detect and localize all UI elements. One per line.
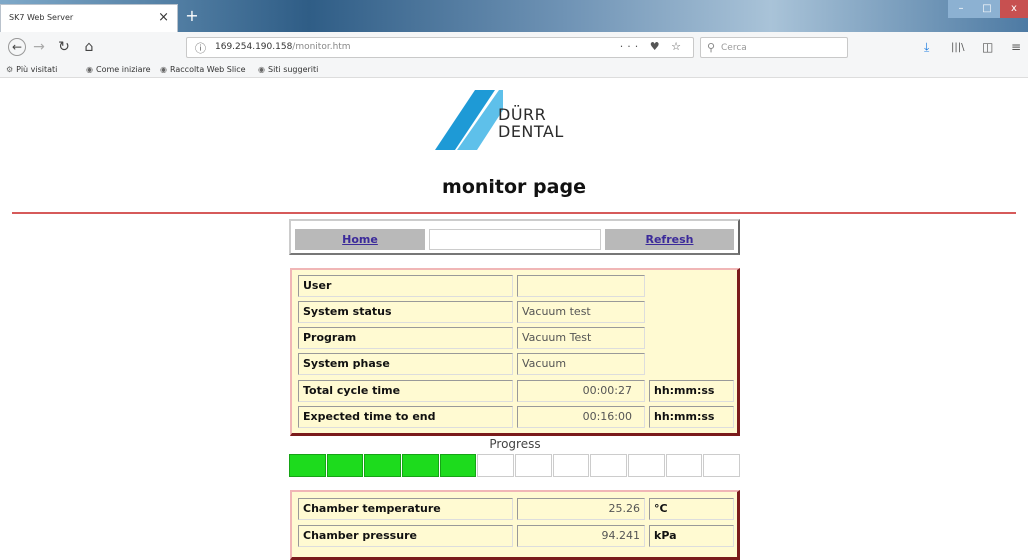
status-label: Expected time to end [298,406,513,428]
search-placeholder: Cerca [721,43,747,53]
bookmark-web-slice[interactable]: ◉ Raccolta Web Slice [160,65,246,74]
close-window-button[interactable]: x [1000,0,1028,18]
status-value [517,275,645,297]
status-label: Total cycle time [298,380,513,402]
progress-segment [439,454,477,477]
progress-segment [477,454,514,477]
status-label: User [298,275,513,297]
search-input[interactable]: ⚲ Cerca [700,37,848,58]
page-nav: Home Refresh [289,219,740,255]
maximize-window-button[interactable]: □ [974,0,1000,18]
status-value: 00:00:27 [517,380,645,402]
globe-icon: ◉ [86,65,93,74]
minimize-window-button[interactable]: – [948,0,974,18]
menu-icon[interactable]: ≡ [1011,40,1021,54]
globe-icon: ◉ [258,65,265,74]
status-label: Program [298,327,513,349]
bookmark-most-visited[interactable]: ⚙ Più visitati [6,65,57,74]
globe-icon: ◉ [160,65,167,74]
status-label: System phase [298,353,513,375]
progress-segment [402,454,439,477]
address-bar[interactable]: ⓘ 169.254.190.158/monitor.htm ··· ♥ ☆ [186,37,694,58]
progress-segment [515,454,552,477]
progress-segment [326,454,364,477]
url-text[interactable]: 169.254.190.158/monitor.htm [215,42,351,52]
progress-segment [364,454,401,477]
search-icon: ⚲ [707,41,716,54]
new-tab-button[interactable]: + [182,6,202,26]
library-icon[interactable]: |||\ [951,42,964,53]
status-label: System status [298,301,513,323]
bookmark-suggested-sites[interactable]: ◉ Siti suggeriti [258,65,318,74]
page-title: monitor page [442,176,586,198]
measurement-unit: kPa [649,525,734,547]
home-nav-cell: Home [295,229,425,250]
status-unit: hh:mm:ss [649,380,734,402]
sidebar-icon[interactable]: ◫ [982,40,993,54]
browser-tab[interactable]: SK7 Web Server × [0,4,178,32]
status-value: 00:16:00 [517,406,645,428]
nav-spacer [429,229,601,250]
progress-bar [289,454,741,477]
close-tab-icon[interactable]: × [158,10,169,25]
status-value: Vacuum Test [517,327,645,349]
home-link[interactable]: Home [342,233,378,246]
measurement-label: Chamber pressure [298,525,513,547]
page-actions-icons[interactable]: ··· ♥ ☆ [620,40,685,53]
browser-nav-bar: ← → ↻ ⌂ ⓘ 169.254.190.158/monitor.htm ··… [0,32,1028,62]
progress-segment [703,454,740,477]
status-value: Vacuum test [517,301,645,323]
back-arrow-icon[interactable]: ← [8,38,26,56]
durr-dental-logo: DÜRR DENTAL [433,88,593,150]
measurement-value: 25.26 [517,498,645,520]
refresh-nav-cell: Refresh [605,229,734,250]
status-panel: User System status Vacuum test Program V… [290,268,740,436]
progress-segment [289,454,326,477]
home-icon[interactable]: ⌂ [80,38,98,56]
download-icon[interactable]: ⤓ [924,40,929,55]
measurement-value: 94.241 [517,525,645,547]
bookmark-getting-started[interactable]: ◉ Come iniziare [86,65,151,74]
progress-segment [590,454,627,477]
measurement-label: Chamber temperature [298,498,513,520]
info-icon[interactable]: ⓘ [195,40,206,56]
logo-stripes-icon [435,90,503,150]
logo-text: DÜRR DENTAL [498,105,564,141]
measurement-unit: °C [649,498,734,520]
divider [12,212,1016,214]
forward-arrow-icon[interactable]: → [30,38,48,56]
progress-segment [552,454,590,477]
tab-title: SK7 Web Server [9,13,74,22]
measurements-panel: Chamber temperature 25.26 °C Chamber pre… [290,490,740,560]
status-value: Vacuum [517,353,645,375]
gear-icon: ⚙ [6,65,14,74]
progress-segment [665,454,703,477]
status-unit: hh:mm:ss [649,406,734,428]
reload-icon[interactable]: ↻ [55,38,73,56]
progress-label: Progress [489,437,541,451]
bookmarks-bar: ⚙ Più visitati ◉ Come iniziare ◉ Raccolta W… [0,62,1028,78]
progress-segment [628,454,665,477]
refresh-link[interactable]: Refresh [646,233,694,246]
browser-tab-bar: SK7 Web Server × + – □ x [0,0,1028,32]
